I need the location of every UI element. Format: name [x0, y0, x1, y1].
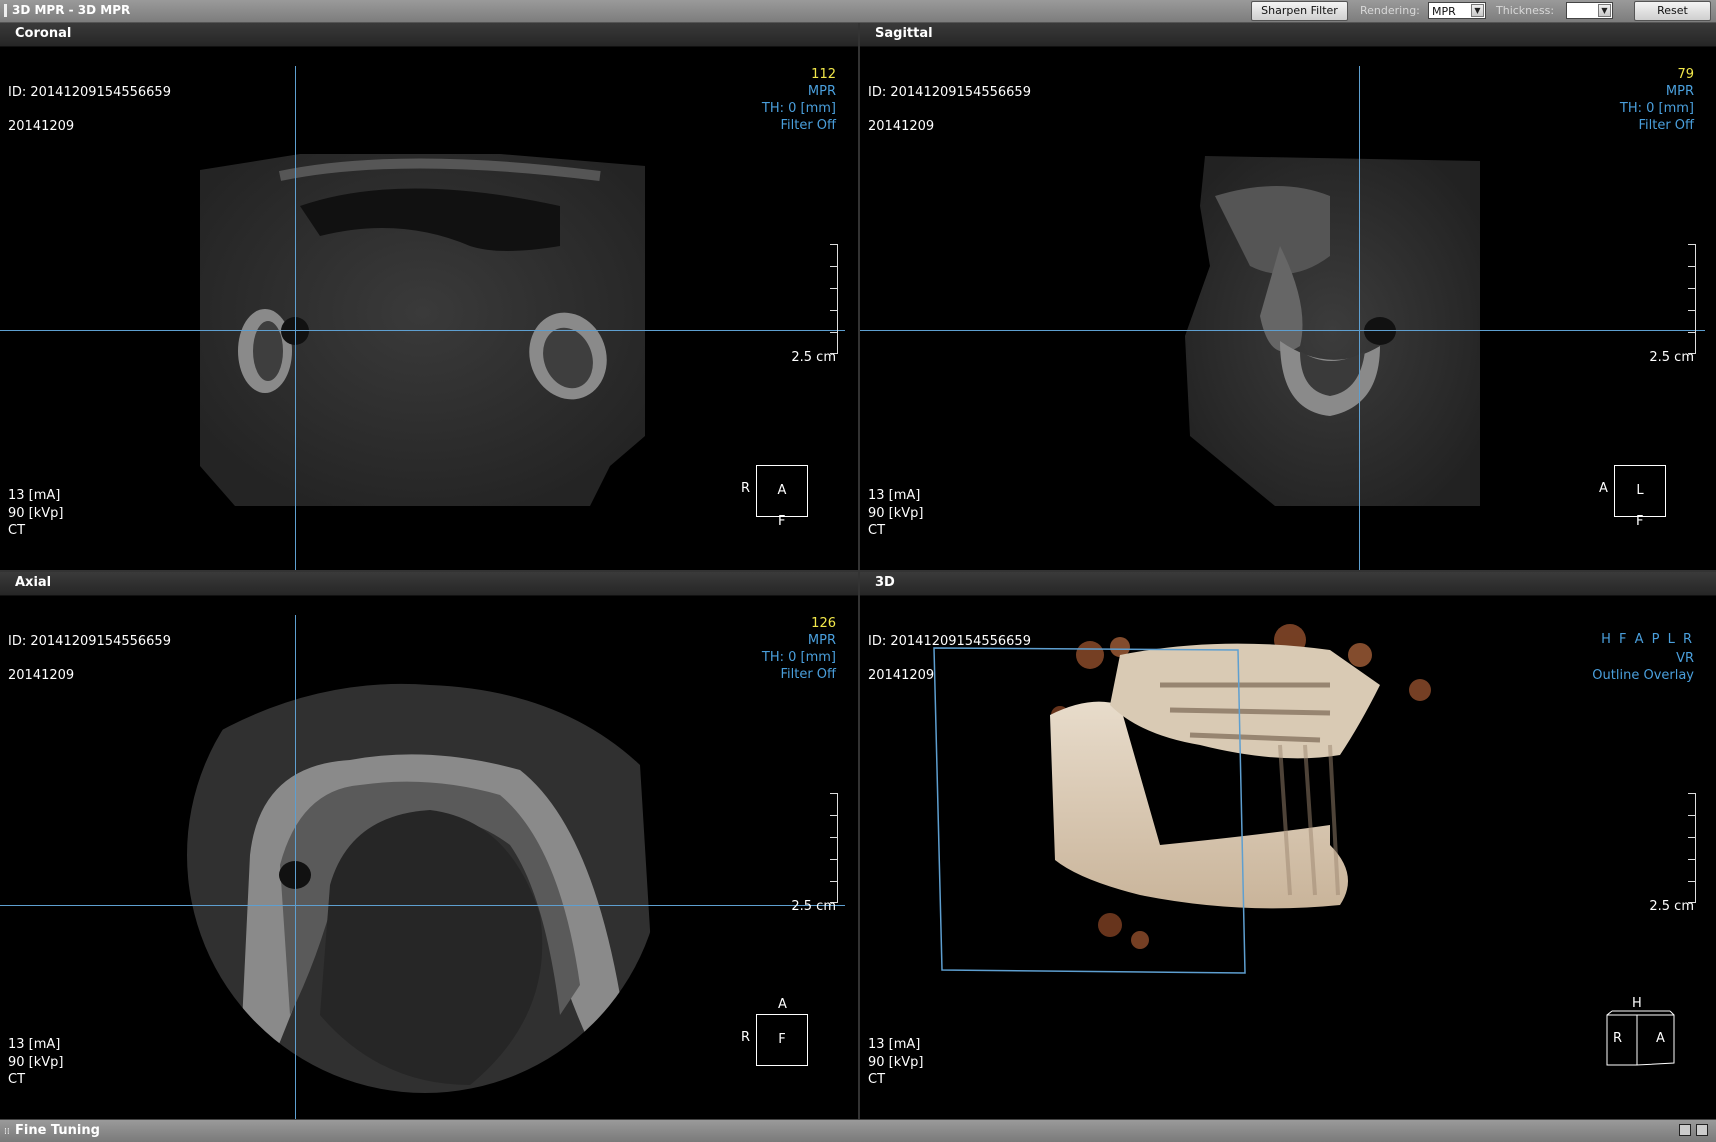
3d-header: 3D	[860, 572, 1716, 596]
modality: CT	[8, 523, 26, 538]
fine-tuning-bar[interactable]: ⁞⁞ Fine Tuning	[0, 1119, 1716, 1142]
cube-left-label: R	[1613, 1031, 1623, 1046]
reset-button[interactable]: Reset	[1634, 1, 1711, 21]
scale-label: 2.5 cm	[791, 350, 836, 365]
coronal-title: Coronal	[15, 26, 72, 41]
thickness-label: Thickness:	[1496, 4, 1555, 17]
scale-ruler	[829, 244, 838, 354]
patient-id: ID: 20141209154556659	[8, 634, 171, 649]
scale-ruler	[1687, 793, 1696, 903]
outline-overlay-toggle[interactable]: Outline Overlay	[1592, 668, 1694, 683]
crosshair-vertical[interactable]	[295, 615, 296, 1119]
orientation-cube[interactable]: L	[1614, 465, 1666, 517]
slice-thickness[interactable]: TH: 0 [mm]	[762, 650, 836, 665]
axial-viewport[interactable]: Axial ID: 20141209154556659 20141209 126…	[0, 572, 858, 1119]
render-mode[interactable]: MPR	[808, 633, 836, 648]
3d-volume-render	[933, 624, 1431, 974]
rendering-value: MPR	[1432, 5, 1456, 18]
sharpen-filter-button[interactable]: Sharpen Filter	[1251, 1, 1348, 21]
cube-top-label: H	[1632, 996, 1642, 1011]
rendering-select[interactable]: MPR ▼	[1428, 2, 1486, 19]
study-date: 20141209	[868, 668, 935, 683]
orientation-top-label: A	[778, 997, 787, 1012]
crosshair-vertical[interactable]	[1359, 66, 1360, 570]
scale-label: 2.5 cm	[791, 899, 836, 914]
tube-voltage: 90 [kVp]	[8, 506, 64, 521]
sagittal-scan-image	[1185, 156, 1480, 506]
render-mode[interactable]: MPR	[1666, 84, 1694, 99]
orientation-cube[interactable]: F	[756, 1014, 808, 1066]
orientation-left-label: R	[741, 481, 751, 496]
filter-status[interactable]: Filter Off	[780, 118, 836, 133]
folder-icon[interactable]	[1696, 1124, 1708, 1136]
modality: CT	[8, 1072, 26, 1087]
fine-tuning-title[interactable]: Fine Tuning	[15, 1123, 100, 1138]
axial-title: Axial	[15, 575, 52, 590]
patient-id: ID: 20141209154556659	[868, 634, 1031, 649]
modality: CT	[868, 1072, 886, 1087]
orientation-left-label: A	[1599, 481, 1608, 496]
tube-current: 13 [mA]	[868, 1037, 921, 1052]
coronal-scan-image	[200, 154, 645, 506]
tube-current: 13 [mA]	[8, 1037, 61, 1052]
study-date: 20141209	[8, 119, 75, 134]
scale-label: 2.5 cm	[1649, 899, 1694, 914]
window-toolbar: 3D MPR - 3D MPR Sharpen Filter Rendering…	[0, 0, 1716, 23]
rendering-label: Rendering:	[1360, 4, 1420, 17]
3d-viewport[interactable]: 3D ID: 20141209154556659 20141209 H F A …	[860, 572, 1716, 1119]
filter-status[interactable]: Filter Off	[1638, 118, 1694, 133]
sagittal-viewport[interactable]: Sagittal ID: 20141209154556659 20141209 …	[860, 23, 1716, 570]
axial-scan-image	[187, 683, 660, 1093]
study-date: 20141209	[8, 668, 75, 683]
thickness-select[interactable]: ▼	[1566, 2, 1613, 19]
axial-header: Axial	[0, 572, 858, 596]
scale-label: 2.5 cm	[1649, 350, 1694, 365]
window-title: 3D MPR - 3D MPR	[12, 3, 131, 17]
slice-thickness[interactable]: TH: 0 [mm]	[762, 101, 836, 116]
tube-voltage: 90 [kVp]	[8, 1055, 64, 1070]
modality: CT	[868, 523, 886, 538]
crosshair-horizontal[interactable]	[0, 330, 845, 331]
view-direction-buttons[interactable]: H F A P L R	[1601, 632, 1694, 647]
orientation-bottom-label: F	[778, 514, 786, 529]
study-date: 20141209	[868, 119, 935, 134]
save-icon[interactable]	[1679, 1124, 1691, 1136]
orientation-cube[interactable]: A	[756, 465, 808, 517]
cube-right-label: A	[1656, 1031, 1665, 1046]
tube-voltage: 90 [kVp]	[868, 1055, 924, 1070]
slice-number: 79	[1677, 67, 1694, 82]
slice-number: 112	[811, 67, 836, 82]
sagittal-header: Sagittal	[860, 23, 1716, 47]
slice-number: 126	[811, 616, 836, 631]
scale-ruler	[829, 793, 838, 903]
sagittal-title: Sagittal	[875, 26, 933, 41]
expand-grip-icon[interactable]: ⁞⁞	[4, 1127, 10, 1137]
tube-current: 13 [mA]	[8, 488, 61, 503]
3d-title: 3D	[875, 575, 895, 590]
tube-current: 13 [mA]	[868, 488, 921, 503]
dropdown-arrow-icon[interactable]: ▼	[1471, 4, 1484, 17]
slice-thickness[interactable]: TH: 0 [mm]	[1620, 101, 1694, 116]
patient-id: ID: 20141209154556659	[868, 85, 1031, 100]
render-mode[interactable]: VR	[1676, 651, 1694, 666]
viewport-divider-horizontal[interactable]	[0, 570, 1716, 572]
patient-id: ID: 20141209154556659	[8, 85, 171, 100]
tube-voltage: 90 [kVp]	[868, 506, 924, 521]
coronal-header: Coronal	[0, 23, 858, 47]
dropdown-arrow-icon[interactable]: ▼	[1598, 4, 1611, 17]
scale-ruler	[1687, 244, 1696, 354]
toolbar-grip	[4, 4, 7, 17]
orientation-left-label: R	[741, 1030, 751, 1045]
crosshair-vertical[interactable]	[295, 66, 296, 570]
orientation-bottom-label: F	[1636, 514, 1644, 529]
render-mode[interactable]: MPR	[808, 84, 836, 99]
crosshair-horizontal[interactable]	[0, 905, 845, 906]
crosshair-horizontal[interactable]	[860, 330, 1705, 331]
filter-status[interactable]: Filter Off	[780, 667, 836, 682]
coronal-viewport[interactable]: Coronal ID: 20141209154556659 20141209 1…	[0, 23, 858, 570]
